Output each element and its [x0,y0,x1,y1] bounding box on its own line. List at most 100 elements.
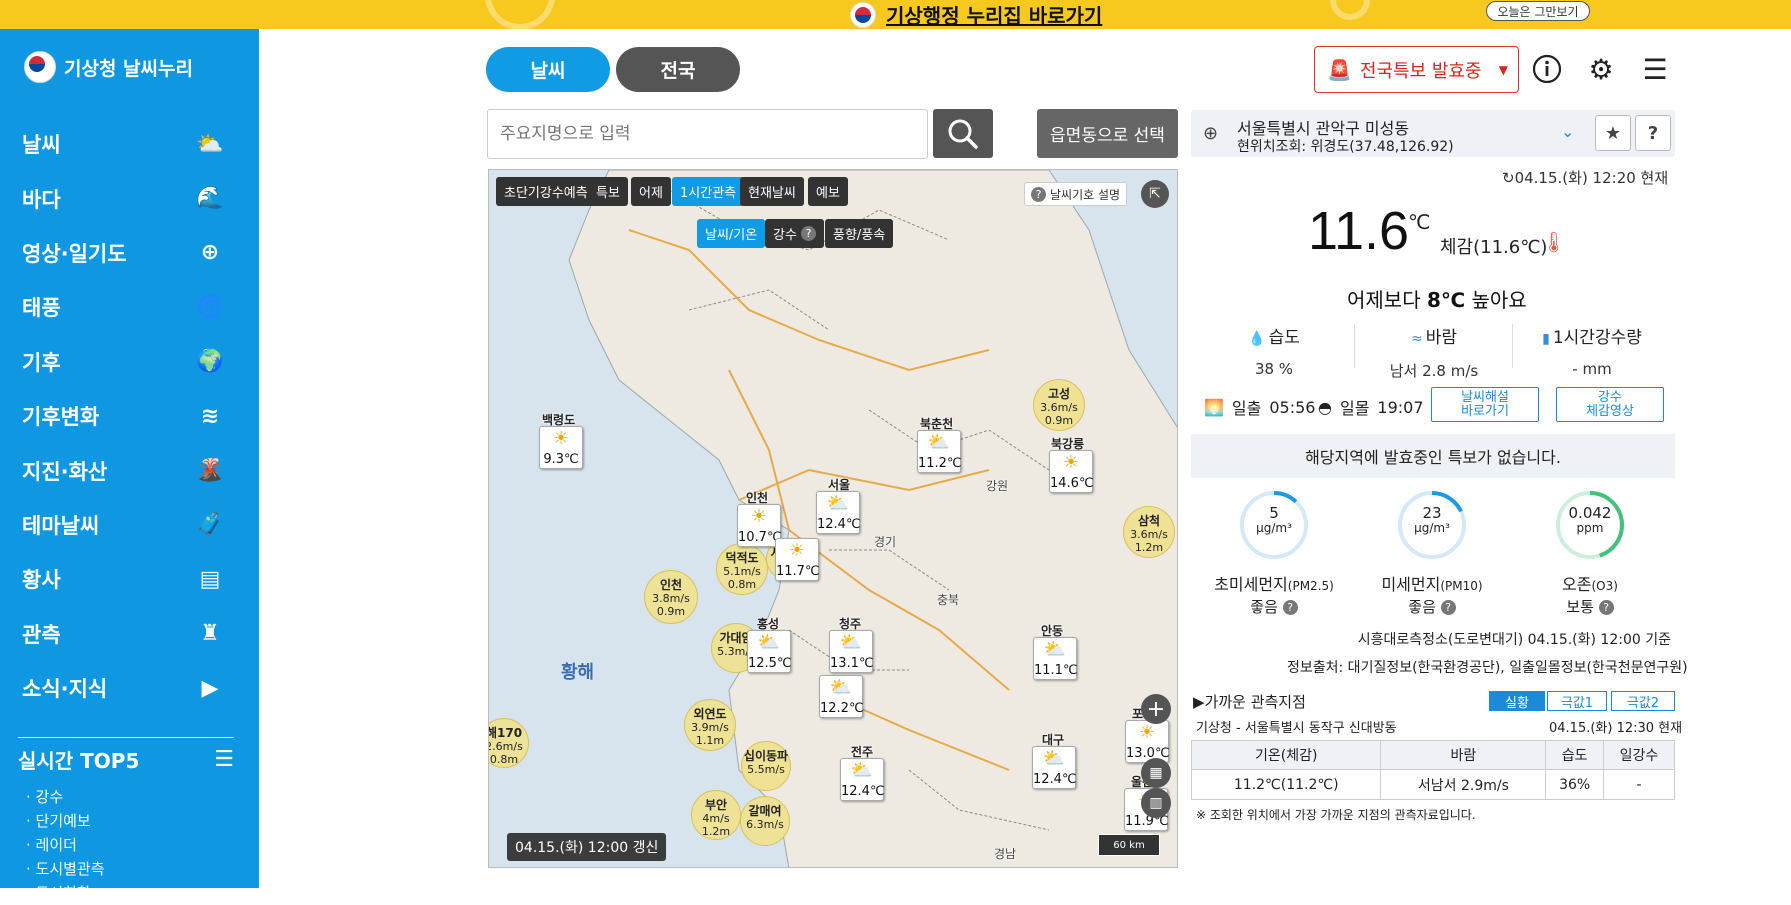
city-temp: 12.2℃ [820,701,864,716]
map-timestamp: 04.15.(화) 12:00 갱신 [507,833,667,861]
table-header: 기온(체감) [1190,740,1382,770]
chip-hourly-obs[interactable]: 1시간관측 [672,177,745,206]
info-icon[interactable] [1530,52,1564,86]
chip-nowcast[interactable]: 초단기강수예측 [496,177,596,206]
tab-actual[interactable]: 실황 [1489,691,1545,711]
sidebar-item-observation[interactable]: 관측 ♜ [0,607,259,661]
region-label: 강원 [986,479,1009,493]
chevron-down-icon[interactable]: ⌄ [1561,122,1574,141]
top5-item[interactable]: · 레이더 [26,833,105,857]
chip-precip[interactable]: 강수 ? [765,219,825,248]
sidebar-item-typhoon[interactable]: 태풍 🌀 [0,280,259,334]
city-weather-card[interactable]: ⛅ 12.4℃ [816,491,861,534]
sidebar-item-earthquake[interactable]: 지진·화산 🌋 [0,443,259,497]
sunset: ◓ 일몰 19:07 [1318,395,1424,419]
chip-current[interactable]: 현재날씨 [740,177,804,206]
sidebar-item-sea[interactable]: 바다 🌊 [0,171,259,225]
buoy-marker[interactable]: 덕적도 5.1m/s 0.8m [716,543,768,595]
dismiss-today-button[interactable]: 오늘은 그만보기 [1486,1,1590,21]
help-icon[interactable]: ? [1282,600,1298,615]
buoy-marker[interactable]: 부안 4m/s 1.2m [691,790,741,840]
buoy-marker[interactable]: 인천 3.8m/s 0.9m [644,570,698,624]
divider [1512,324,1513,368]
favorite-star-button[interactable]: ★ [1595,115,1631,151]
weather-map[interactable]: 초단기강수예측 특보 어제 1시간관측 현재날씨 예보 날씨/기온 강수 ? 풍… [488,169,1178,868]
tab-extreme1[interactable]: 극값1 [1547,691,1607,711]
buoy-wind: 3.6m/s [1130,528,1168,541]
crosshair-icon[interactable]: ⊕ [1203,123,1218,144]
legend-button[interactable]: ? 날씨기호 설명 [1024,182,1128,206]
sidebar-item-climate[interactable]: 기후 🌍 [0,335,259,389]
tab-weather[interactable]: 날씨 [486,47,610,92]
top5-header[interactable]: 실시간 TOP5 ☰ [18,745,234,774]
city-weather-card[interactable]: ⛅ 12.2℃ [819,675,864,718]
layers-icon[interactable]: ▥ [1141,788,1171,818]
top5-item[interactable]: · 강수 [26,785,105,809]
table-header: 바람 [1380,740,1547,770]
yesterday-compare: 어제보다 8℃ 높아요 [1347,284,1527,313]
sidebar-item-news[interactable]: 소식·지식 ▶ [0,661,259,715]
national-alert-dropdown[interactable]: 🚨 전국특보 발효중 ▼ [1314,46,1519,93]
city-weather-card[interactable]: ☀ 14.6℃ [1049,450,1094,493]
gear-icon[interactable]: ⚙ [1584,52,1618,86]
buoy-marker[interactable]: 갈매여 6.3m/s [740,796,790,846]
chip-warning[interactable]: 특보 [588,177,628,206]
partly-cloudy-icon: ⛅ [757,632,781,653]
chip-wind[interactable]: 풍향/풍속 [825,219,894,248]
refresh-icon[interactable]: ↻ [1502,169,1515,187]
top5-item[interactable]: · 도시별관측 [26,857,105,881]
search-input[interactable] [487,109,928,159]
buoy-name: 외연도 [693,707,727,721]
sidebar-item-climate-change[interactable]: 기후변화 ≋ [0,389,259,443]
sidebar-item-label: 기후변화 [22,405,100,430]
rising-sea-icon: ≋ [200,403,220,429]
sidebar-item-imagery[interactable]: 영상·일기도 ⊕ [0,226,259,280]
rain-label: 1시간강수량 [1552,328,1642,348]
ruler-icon[interactable]: ▦ [1141,758,1171,788]
brand-logo[interactable]: 기상청 날씨누리 [24,51,193,83]
sidebar-item-weather[interactable]: 날씨 ⛅ [0,117,259,171]
buoy-marker[interactable]: 외연도 3.9m/s 1.1m [684,699,736,751]
help-icon[interactable]: ? [1598,600,1614,615]
city-temp: 11.1℃ [1034,663,1078,678]
search-button[interactable] [933,109,993,158]
city-weather-card[interactable]: ⛅ 11.1℃ [1033,637,1078,680]
suitcase-icon: 🧳 [196,512,224,538]
zoom-in-button[interactable]: + [1141,694,1171,724]
city-weather-card[interactable]: ⛅ 12.4℃ [1032,746,1077,789]
sidebar-item-label: 지진·화산 [22,459,108,484]
city-weather-card[interactable]: ⛅ 11.2℃ [917,430,962,473]
chip-yesterday[interactable]: 어제 [631,177,671,206]
observation-table: 기온(체감) 바람 습도 일강수 11.2℃(11.2℃) 서남서 2.9m/s… [1190,740,1676,800]
city-weather-card[interactable]: ☀ 9.3℃ [539,426,583,469]
table-cell: 11.2℃(11.2℃) [1190,769,1382,800]
region-select-button[interactable]: 읍면동으로 선택 [1037,109,1178,158]
buoy-marker[interactable]: 삼척 3.6m/s 1.2m [1123,506,1175,558]
help-icon[interactable]: ? [1440,600,1456,615]
menu-icon[interactable]: ☰ [1638,52,1672,86]
temp-unit: ℃ [1408,210,1431,234]
help-button[interactable]: ? [1635,115,1671,151]
chip-weather-temp[interactable]: 날씨/기온 [697,219,766,248]
no-warning-banner: 해당지역에 발효중인 특보가 없습니다. [1191,434,1675,478]
external-link-icon[interactable]: ⇱ [1141,180,1169,208]
city-temp: 12.4℃ [817,517,861,532]
city-weather-card[interactable]: ⛅ 12.4℃ [840,758,885,801]
gauge-unit: μg/m³ [1256,521,1292,535]
admin-site-link[interactable]: 기상행정 누리집 바로가기 [850,0,1102,29]
city-weather-card[interactable]: ☀ 13.0℃ [1125,720,1170,763]
top5-item[interactable]: · 도시회황 [26,881,105,905]
sidebar-item-theme[interactable]: 테마날씨 🧳 [0,498,259,552]
chip-forecast[interactable]: 예보 [808,177,848,206]
city-weather-card[interactable]: ☀ 11.7℃ [775,538,820,581]
tab-national[interactable]: 전국 [616,47,740,92]
tab-extreme2[interactable]: 극값2 [1611,691,1675,711]
rain-video-button[interactable]: 강수 체감영상 [1556,387,1664,422]
city-weather-card[interactable]: ⛅ 12.5℃ [747,630,792,673]
top5-item[interactable]: · 단기예보 [26,809,105,833]
buoy-marker[interactable]: 고성 3.6m/s 0.9m [1033,379,1085,431]
city-weather-card[interactable]: ⛅ 13.1℃ [829,630,874,673]
buoy-marker[interactable]: 십이동파 5.5m/s [741,741,791,791]
sidebar-item-yellow-dust[interactable]: 황사 ▤ [0,552,259,606]
weather-commentary-button[interactable]: 날씨해설 바로가기 [1431,387,1539,422]
